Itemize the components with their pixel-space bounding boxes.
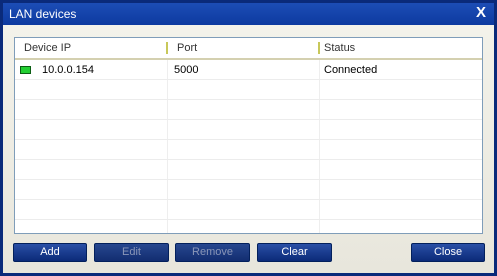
clear-button[interactable]: Clear [257,243,332,262]
column-separator[interactable] [166,42,168,54]
lan-devices-window: LAN devices X Device IP Port Status 10.0… [0,0,497,276]
edit-button[interactable]: Edit [94,243,169,262]
add-button[interactable]: Add [13,243,87,262]
devices-list[interactable]: Device IP Port Status 10.0.0.154 5000 Co… [14,37,483,234]
table-row [15,140,482,160]
connected-status-icon [20,66,31,74]
column-header-port[interactable]: Port [177,42,197,54]
table-row[interactable]: 10.0.0.154 5000 Connected [15,60,482,80]
title-bar[interactable]: LAN devices X [3,3,494,25]
device-ip-cell: 10.0.0.154 [42,64,94,76]
table-row [15,80,482,100]
port-cell: 5000 [174,64,199,76]
column-separator[interactable] [318,42,320,54]
column-header-status[interactable]: Status [324,42,355,54]
close-button[interactable]: Close [411,243,485,262]
table-row [15,120,482,140]
column-header-device-ip[interactable]: Device IP [24,42,71,54]
dialog-body: Device IP Port Status 10.0.0.154 5000 Co… [3,25,494,273]
status-cell: Connected [324,64,378,76]
table-row [15,100,482,120]
remove-button[interactable]: Remove [175,243,250,262]
list-header: Device IP Port Status [15,38,482,60]
table-row [15,180,482,200]
window-title: LAN devices [9,7,77,21]
table-row [15,160,482,180]
table-row [15,200,482,220]
list-rows: 10.0.0.154 5000 Connected [15,60,482,220]
close-icon[interactable]: X [474,5,488,21]
